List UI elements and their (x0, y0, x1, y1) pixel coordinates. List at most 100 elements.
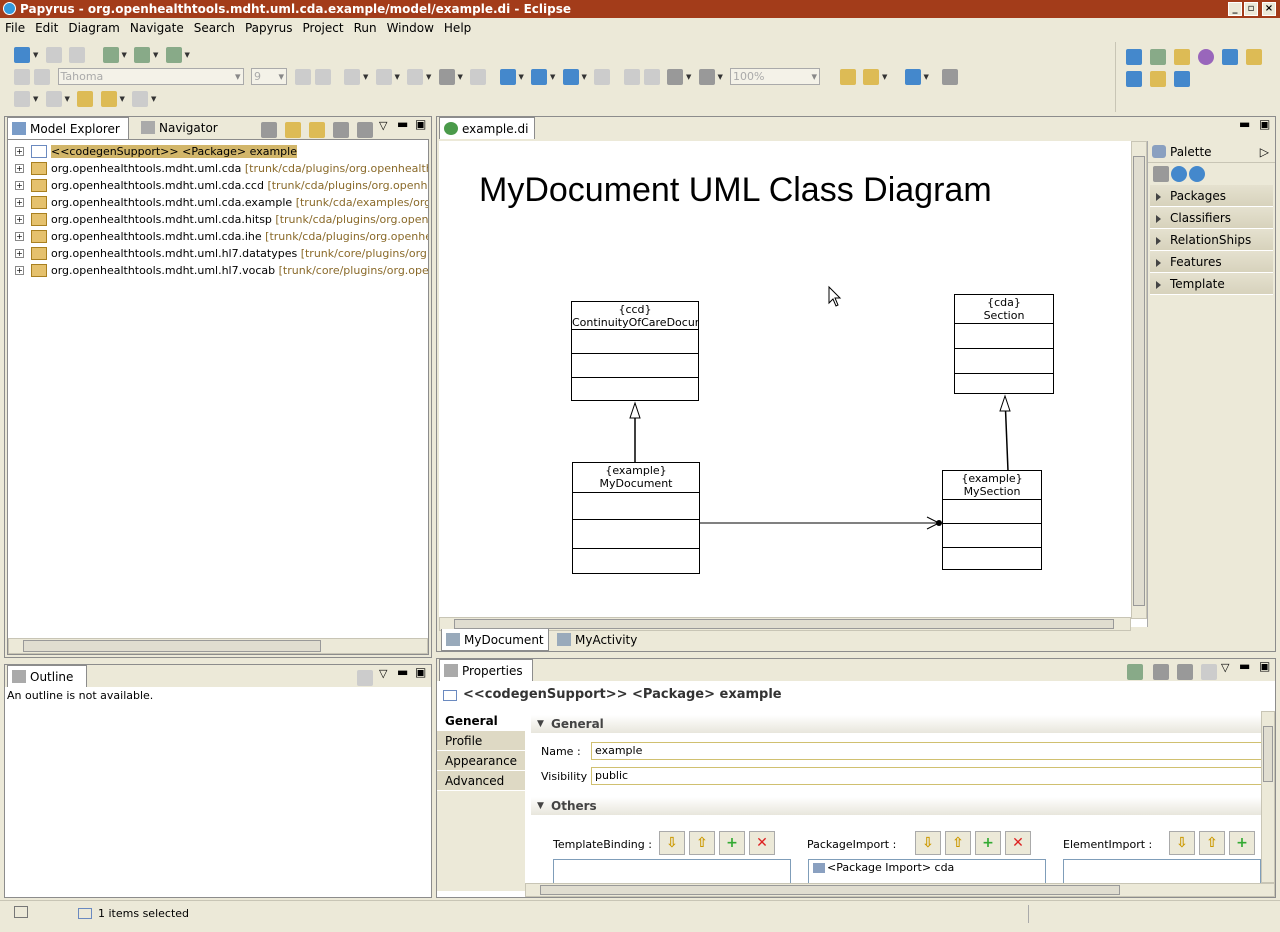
palette-drawer-packages[interactable]: Packages (1150, 185, 1273, 207)
run-icon[interactable] (134, 47, 150, 63)
maximize-view-icon[interactable]: ▣ (1259, 659, 1270, 673)
copy-appearance-icon[interactable] (470, 69, 486, 85)
diagram-canvas[interactable]: MyDocument UML Class Diagram {ccd} Contin… (439, 141, 1147, 627)
dropdown-icon[interactable]: ▼ (924, 69, 930, 85)
tree-item[interactable]: + org.openhealthtools.mdht.uml.cda.ihe [t… (8, 228, 428, 245)
tree-item[interactable]: + <<codegenSupport>> <Package> example (8, 143, 428, 160)
tab-mydocument[interactable]: MyDocument✕ (441, 629, 549, 669)
resource-perspective-icon[interactable] (1174, 49, 1190, 65)
dropdown-icon[interactable]: ▼ (120, 91, 126, 107)
menu-window[interactable]: Window (382, 18, 439, 38)
name-field[interactable]: example (591, 742, 1263, 760)
tree-item[interactable]: + org.openhealthtools.mdht.uml.hl7.dataty… (8, 245, 428, 262)
expand-icon[interactable]: + (15, 249, 24, 258)
move-up-icon[interactable]: ⇧ (1199, 831, 1225, 855)
menu-run[interactable]: Run (349, 18, 382, 38)
zoom-out-icon[interactable] (1189, 166, 1205, 182)
tab-properties[interactable]: Properties✕ (439, 659, 533, 700)
select-icon[interactable] (531, 69, 547, 85)
dropdown-icon[interactable]: ▼ (458, 69, 464, 85)
minimize-view-icon[interactable]: ▬ (397, 117, 408, 131)
view-menu-icon[interactable]: ▽ (1221, 661, 1229, 674)
side-tab-profile[interactable]: Profile (437, 731, 525, 751)
dropdown-icon[interactable]: ▼ (65, 91, 71, 107)
minimize-view-icon[interactable]: ▬ (397, 665, 408, 679)
undo-icon[interactable] (14, 69, 30, 85)
save-icon[interactable] (45, 47, 62, 63)
delete-icon[interactable] (333, 122, 349, 138)
redo-icon[interactable] (34, 69, 50, 85)
zoom-in-icon[interactable] (1171, 166, 1187, 182)
collapse-icon[interactable]: ▼ (537, 797, 544, 815)
menu-file[interactable]: File (0, 18, 30, 38)
dropdown-icon[interactable]: ▼ (185, 47, 191, 63)
horizontal-scrollbar[interactable] (8, 638, 428, 654)
menu-papyrus[interactable]: Papyrus (240, 18, 298, 38)
scroll-thumb[interactable] (1263, 726, 1273, 782)
package-import-list[interactable]: <Package Import> cda (808, 859, 1046, 885)
package-import-item[interactable]: <Package Import> cda (827, 861, 954, 874)
close-window-button[interactable]: × (1262, 2, 1276, 16)
pin-view-icon[interactable] (1127, 664, 1143, 680)
link-editor-icon[interactable] (285, 122, 301, 138)
tab-example-di[interactable]: example.di✕ (439, 117, 535, 158)
font-color-icon[interactable] (344, 69, 360, 85)
dropdown-icon[interactable]: ▼ (686, 69, 692, 85)
dropdown-icon[interactable]: ▼ (582, 69, 588, 85)
print-icon[interactable] (69, 47, 85, 63)
tree-item[interactable]: + org.openhealthtools.mdht.uml.cda [trunk… (8, 160, 428, 177)
scroll-thumb[interactable] (1133, 156, 1145, 606)
expand-icon[interactable]: + (15, 198, 24, 207)
tab-navigator[interactable]: Navigator (137, 117, 225, 139)
menu-diagram[interactable]: Diagram (63, 18, 125, 38)
dropdown-icon[interactable]: ▼ (882, 69, 888, 85)
java-perspective-icon[interactable] (1126, 71, 1142, 87)
cvs-perspective-icon[interactable] (1246, 49, 1262, 65)
class-my-section[interactable]: {example} MySection (942, 470, 1042, 570)
palette-header[interactable]: Palette ▷ (1148, 141, 1275, 163)
outline-toggle-icon[interactable] (357, 670, 373, 686)
view-menu-icon[interactable]: ▽ (379, 119, 387, 132)
scroll-thumb[interactable] (23, 640, 321, 652)
section-others[interactable]: ▼ Others (531, 797, 1261, 815)
last-edit-icon[interactable] (77, 91, 93, 107)
dropdown-icon[interactable]: ▼ (122, 47, 128, 63)
advanced-icon[interactable] (1177, 664, 1193, 680)
font-size-combo[interactable]: 9 (251, 68, 287, 85)
dropdown-icon[interactable]: ▼ (153, 47, 159, 63)
papyrus-perspective-icon[interactable] (1150, 49, 1166, 65)
categories-icon[interactable] (1153, 664, 1169, 680)
class-section[interactable]: {cda} Section (954, 294, 1054, 394)
dropdown-icon[interactable]: ▼ (33, 47, 39, 63)
synchronize-perspective-icon[interactable] (1222, 49, 1238, 65)
move-up-icon[interactable]: ⇧ (689, 831, 715, 855)
palette-collapse-icon[interactable]: ▷ (1260, 141, 1269, 163)
expand-icon[interactable]: + (15, 232, 24, 241)
align-icon[interactable] (562, 69, 579, 85)
router-icon[interactable] (698, 69, 715, 85)
tree-item[interactable]: + org.openhealthtools.mdht.uml.hl7.vocab … (8, 262, 428, 279)
disconnect-icon[interactable] (643, 69, 660, 85)
minimize-button[interactable]: _ (1228, 2, 1242, 16)
synchronize-icon[interactable] (942, 69, 958, 85)
bold-icon[interactable] (294, 69, 311, 85)
export-icon[interactable] (904, 69, 921, 85)
maximize-view-icon[interactable]: ▣ (415, 665, 426, 679)
section-general[interactable]: ▼ General (531, 715, 1261, 733)
open-perspective-icon[interactable] (1126, 49, 1142, 65)
debug-icon[interactable] (102, 47, 119, 63)
move-up-icon[interactable]: ⇧ (945, 831, 971, 855)
expand-icon[interactable]: + (15, 164, 24, 173)
dropdown-icon[interactable]: ▼ (363, 69, 369, 85)
minimize-view-icon[interactable]: ▬ (1239, 659, 1250, 673)
palette-drawer-template[interactable]: Template (1150, 273, 1273, 295)
palette-drawer-classifiers[interactable]: Classifiers (1150, 207, 1273, 229)
menu-edit[interactable]: Edit (30, 18, 63, 38)
collapse-all-icon[interactable] (261, 122, 277, 138)
vertical-scrollbar[interactable] (1131, 141, 1147, 619)
horizontal-scrollbar[interactable] (525, 883, 1275, 897)
add-icon[interactable]: + (975, 831, 1001, 855)
move-down-icon[interactable]: ⇩ (915, 831, 941, 855)
side-tab-appearance[interactable]: Appearance (437, 751, 525, 771)
tree-item[interactable]: + org.openhealthtools.mdht.uml.cda.exampl… (8, 194, 428, 211)
